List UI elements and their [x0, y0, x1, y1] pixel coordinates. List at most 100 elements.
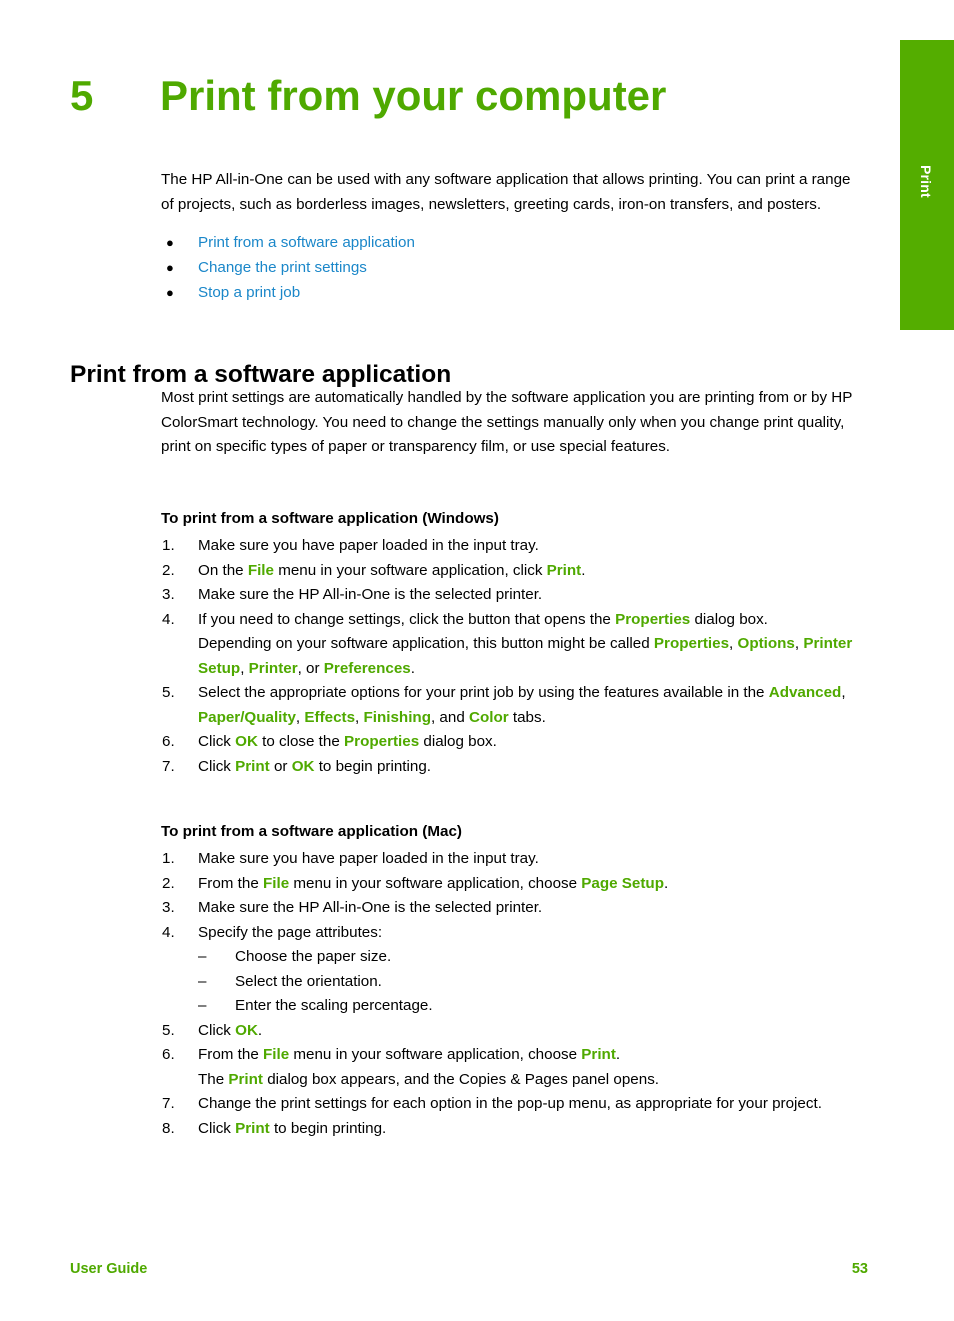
step-text: Click OK. [198, 1021, 263, 1039]
step-marker: 3. [162, 899, 175, 916]
procedure-mac-steps: 1. Make sure you have paper loaded in th… [161, 847, 861, 1141]
bullet-icon: ● [166, 235, 174, 250]
ui-term: Page Setup [581, 874, 664, 892]
step-continuation: Depending on your software application, … [198, 635, 853, 677]
ui-term: Print [235, 1119, 270, 1137]
bullet-icon: ● [166, 285, 174, 300]
step-marker: 5. [162, 684, 175, 701]
step-marker: 4. [162, 610, 175, 628]
step-item: 2. On the File menu in your software app… [161, 559, 861, 584]
ui-term: Printer [248, 659, 298, 677]
step-item: 5. Click OK. [161, 1019, 861, 1044]
step-item: 4. Specify the page attributes: – Choose… [161, 921, 861, 1019]
step-text: From the File menu in your software appl… [198, 874, 669, 892]
step-text: Select the appropriate options for your … [198, 684, 846, 726]
ui-term: Properties [653, 635, 730, 652]
link-stop-a-print-job[interactable]: Stop a print job [198, 284, 300, 301]
chapter-header: 5 Print from your computer [70, 72, 860, 128]
link-change-the-print-settings[interactable]: Change the print settings [198, 259, 367, 276]
step-marker: 5. [162, 1021, 175, 1039]
step-text: Make sure you have paper loaded in the i… [198, 537, 539, 554]
ui-term: Print [235, 757, 270, 775]
list-item[interactable]: ● Stop a print job [161, 280, 855, 305]
step-text: Click Print or OK to begin printing. [198, 757, 431, 775]
procedure-mac-title: To print from a software application (Ma… [161, 823, 462, 840]
step-item: 6. Click OK to close the Properties dial… [161, 730, 861, 755]
ui-term: Options [737, 635, 795, 652]
ui-term: Print [546, 561, 582, 579]
chapter-intro-block: The HP All-in-One can be used with any s… [161, 168, 855, 305]
chapter-link-list: ● Print from a software application ● Ch… [161, 230, 855, 305]
ui-term: File [263, 1046, 290, 1063]
step-item: 5. Select the appropriate options for yo… [161, 681, 861, 730]
procedure-mac: To print from a software application (Ma… [161, 821, 861, 1141]
step-text: Change the print settings for each optio… [198, 1095, 822, 1112]
step-marker: 6. [162, 1046, 175, 1063]
step-marker: 2. [162, 874, 175, 892]
ui-term: OK [235, 1021, 258, 1039]
step-marker: 7. [162, 757, 175, 775]
page-content: 5 Print from your computer The HP All-in… [0, 0, 900, 1321]
dash-icon: – [198, 948, 207, 965]
step-marker: 1. [162, 537, 175, 554]
section-body: Most print settings are automatically ha… [161, 386, 855, 460]
step-item: 7. Change the print settings for each op… [161, 1092, 861, 1117]
ui-term: File [263, 874, 290, 892]
sub-list-item-text: Select the orientation. [235, 972, 382, 990]
step-item: 3. Make sure the HP All-in-One is the se… [161, 896, 861, 921]
page-number: 53 [851, 1261, 868, 1277]
step-marker: 1. [162, 850, 175, 867]
sub-list-item: – Choose the paper size. [198, 945, 861, 970]
step-item: 1. Make sure you have paper loaded in th… [161, 847, 861, 872]
step-marker: 6. [162, 733, 175, 750]
step-item: 8. Click Print to begin printing. [161, 1117, 861, 1142]
step-marker: 4. [162, 923, 175, 941]
procedure-windows-title: To print from a software application (Wi… [161, 510, 499, 527]
step-text: Specify the page attributes: [198, 923, 383, 941]
chapter-number: 5 [70, 72, 94, 119]
ui-term: Finishing [363, 708, 431, 726]
step-text: On the File menu in your software applic… [198, 561, 586, 579]
step-text: If you need to change settings, click th… [198, 610, 768, 628]
ui-term: Print [228, 1070, 263, 1088]
step-item: 3. Make sure the HP All-in-One is the se… [161, 583, 861, 608]
step-text: Make sure you have paper loaded in the i… [198, 850, 539, 867]
dash-icon: – [198, 997, 207, 1014]
ui-term: Print [581, 1046, 616, 1063]
step-text: Make sure the HP All-in-One is the selec… [198, 899, 543, 916]
step-item: 6. From the File menu in your software a… [161, 1043, 861, 1092]
procedure-windows: To print from a software application (Wi… [161, 508, 861, 779]
step-marker: 3. [162, 586, 175, 603]
step-sub-list: – Choose the paper size. – Select the or… [198, 945, 861, 1019]
link-print-from-software-application[interactable]: Print from a software application [198, 234, 415, 251]
step-text: Make sure the HP All-in-One is the selec… [198, 586, 543, 603]
sub-list-item: – Enter the scaling percentage. [198, 994, 861, 1019]
sub-list-item: – Select the orientation. [198, 970, 861, 995]
step-item: 7. Click Print or OK to begin printing. [161, 755, 861, 780]
step-marker: 7. [162, 1095, 175, 1112]
step-item: 2. From the File menu in your software a… [161, 872, 861, 897]
ui-term: OK [235, 733, 258, 750]
ui-term: File [247, 561, 274, 579]
procedure-windows-steps: 1. Make sure you have paper loaded in th… [161, 534, 861, 779]
chapter-title: Print from your computer [160, 72, 667, 119]
list-item[interactable]: ● Change the print settings [161, 255, 855, 280]
step-marker: 2. [162, 561, 175, 579]
chapter-intro-paragraph: The HP All-in-One can be used with any s… [161, 171, 851, 213]
footer-user-guide-label: User Guide [70, 1261, 148, 1277]
step-text: Click Print to begin printing. [198, 1119, 387, 1137]
chapter-thumb-tab-label: Print [918, 165, 934, 198]
step-text: Click OK to close the Properties dialog … [198, 733, 497, 750]
list-item[interactable]: ● Print from a software application [161, 230, 855, 255]
ui-term: OK [291, 757, 315, 775]
ui-term: Effects [304, 708, 356, 726]
sub-list-item-text: Choose the paper size. [235, 948, 392, 965]
dash-icon: – [198, 972, 207, 990]
ui-term: Color [468, 708, 509, 726]
ui-term: Properties [344, 733, 420, 750]
step-continuation: The Print dialog box appears, and the Co… [198, 1070, 660, 1088]
ui-term: Paper/Quality [198, 708, 296, 726]
ui-term: Advanced [768, 684, 842, 701]
section-paragraph: Most print settings are automatically ha… [161, 389, 853, 455]
step-text: From the File menu in your software appl… [198, 1046, 621, 1063]
